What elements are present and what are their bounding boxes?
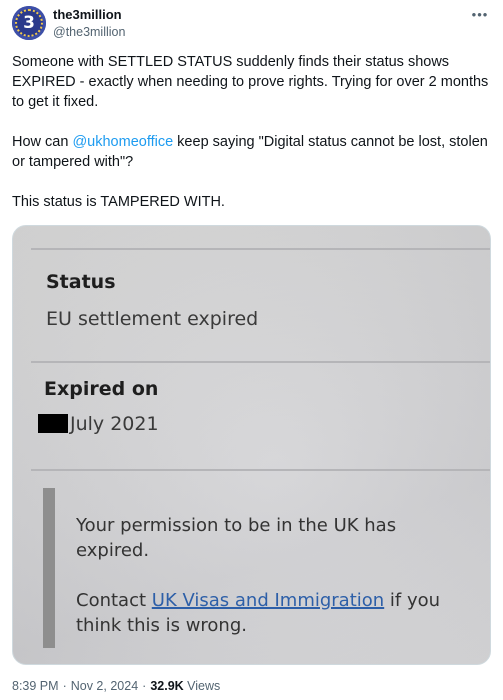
meta-separator: · (142, 679, 147, 693)
user-handle[interactable]: @the3million (53, 25, 125, 39)
photo-status-heading: Status (46, 271, 116, 293)
photo-divider-1 (31, 248, 490, 250)
photo-expired-value: July 2021 (70, 413, 159, 435)
photo-contact: Contact UK Visas and Immigration if you … (76, 588, 476, 638)
tweet-paragraph-1: Someone with SETTLED STATUS suddenly fin… (12, 54, 489, 110)
tweet-time[interactable]: 8:39 PM (12, 679, 59, 693)
tweet-text: Someone with SETTLED STATUS suddenly fin… (12, 52, 494, 212)
meta-separator: · (62, 679, 67, 693)
redaction-box (38, 414, 68, 433)
inset-text-bar (43, 488, 55, 648)
views-count: 32.9K (150, 679, 184, 693)
more-horizontal-icon[interactable]: ••• (471, 6, 489, 22)
photo-notice: Your permission to be in the UK has expi… (76, 513, 446, 563)
photo-divider-2 (31, 361, 490, 363)
avatar[interactable]: 3 (12, 6, 46, 40)
display-name[interactable]: the3million (53, 7, 122, 22)
tweet-paragraph-2-before: How can (12, 134, 73, 150)
tweet: 3 the3million @the3million ••• Someone w… (0, 0, 503, 700)
tweet-paragraph-3: This status is TAMPERED WITH. (12, 194, 225, 210)
photo-contact-link: UK Visas and Immigration (151, 590, 385, 611)
photo-contact-before: Contact (76, 590, 152, 611)
attached-photo[interactable]: Status EU settlement expired Expired on … (12, 225, 491, 665)
photo-divider-3 (31, 469, 490, 471)
photo-status-value: EU settlement expired (46, 308, 259, 330)
mention-link[interactable]: @ukhomeoffice (72, 134, 173, 150)
tweet-meta: 8:39 PM · Nov 2, 2024 · 32.9K Views (12, 679, 220, 693)
tweet-paragraph-2: How can @ukhomeoffice keep saying "Digit… (12, 132, 494, 172)
views-label: Views (187, 679, 221, 693)
photo-notice-text: Your permission to be in the UK has expi… (76, 515, 397, 561)
avatar-number: 3 (23, 13, 35, 33)
tweet-date[interactable]: Nov 2, 2024 (71, 679, 138, 693)
photo-expired-heading: Expired on (44, 378, 159, 400)
